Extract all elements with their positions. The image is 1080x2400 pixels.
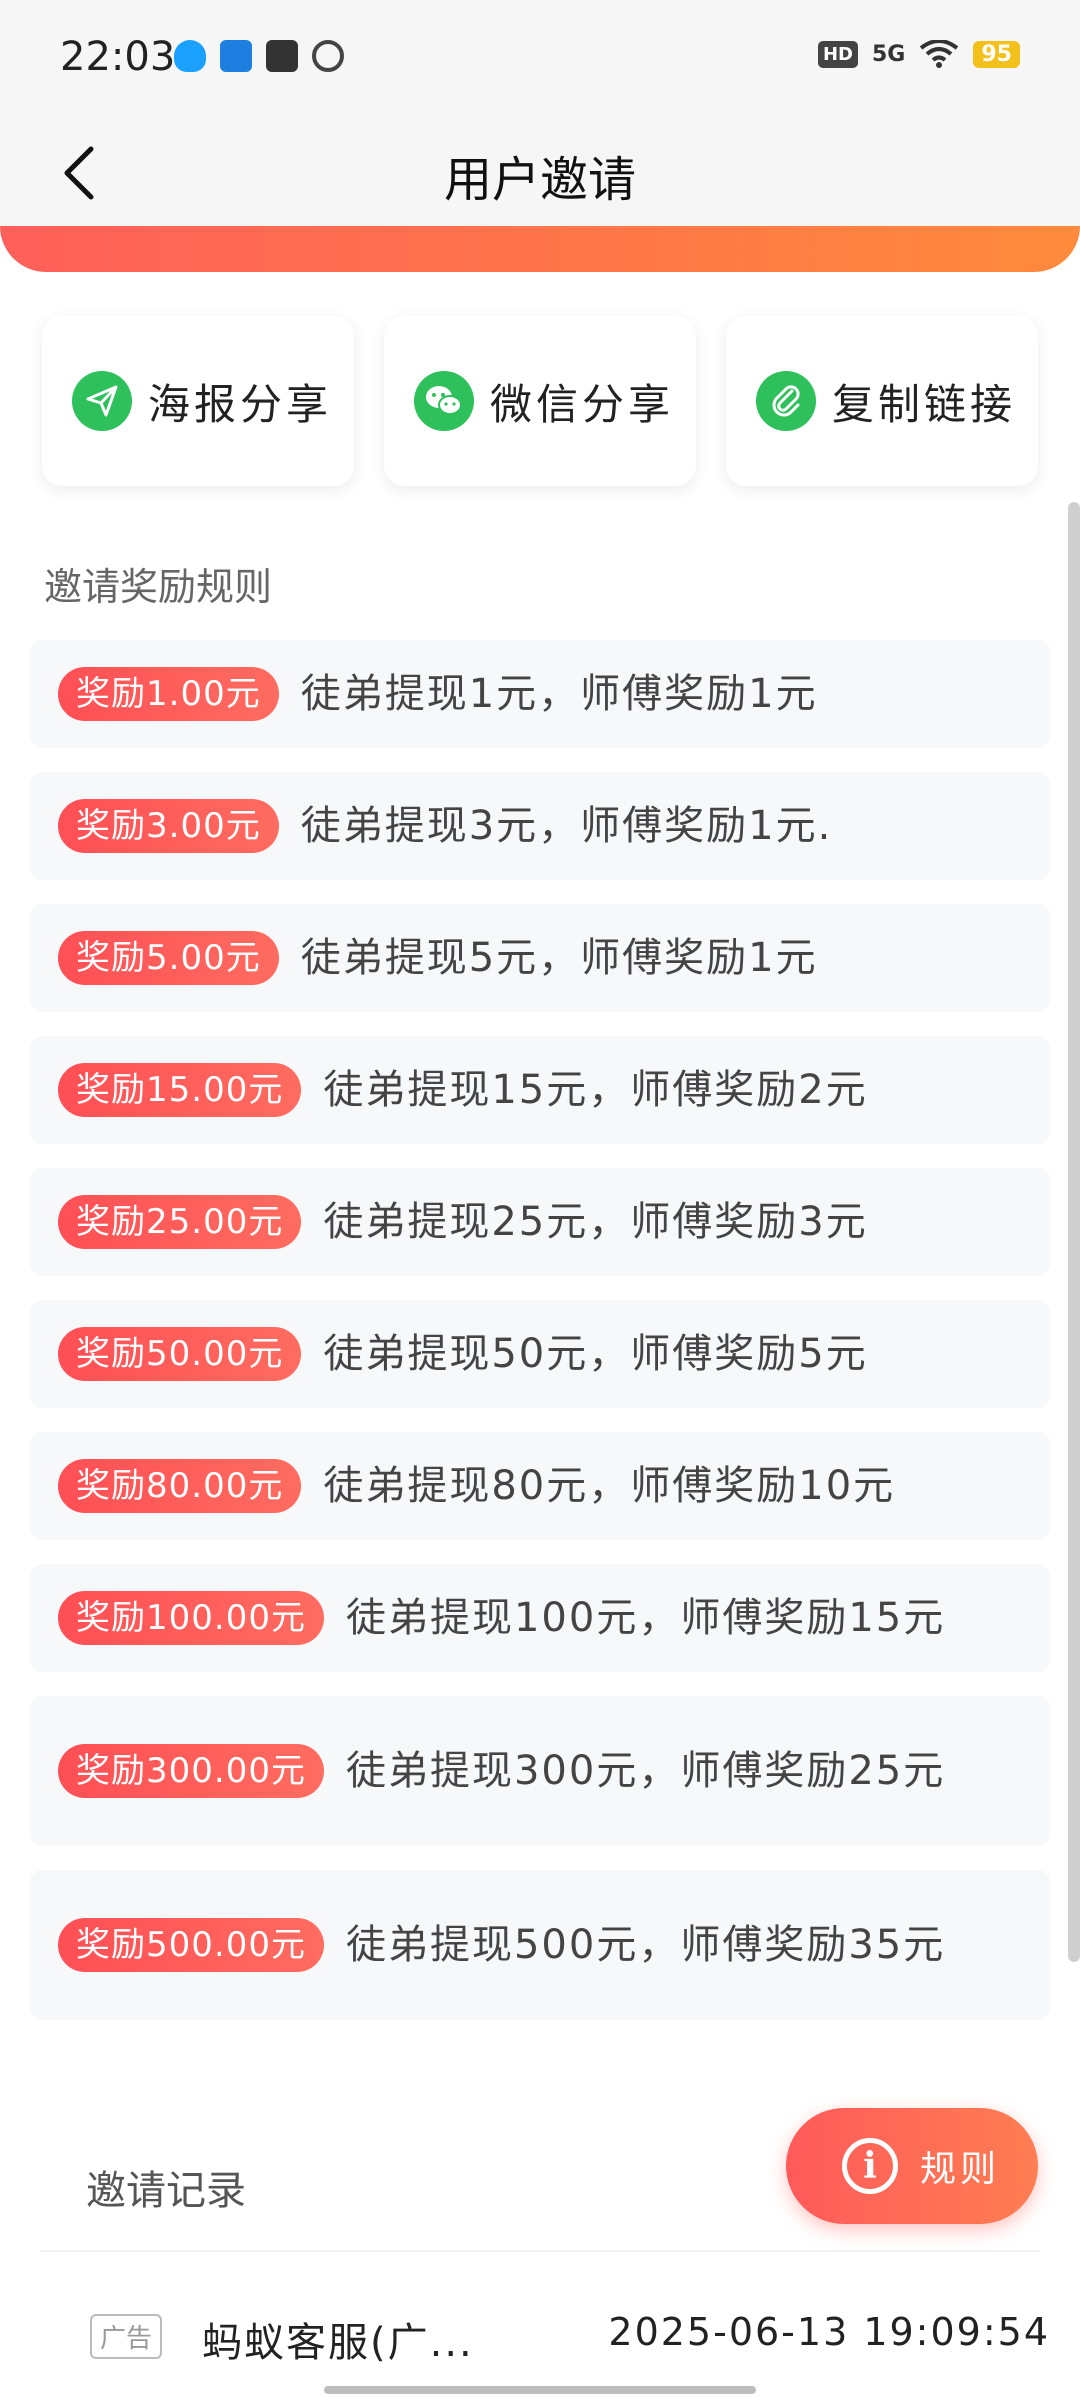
reward-badge: 奖励50.00元: [58, 1327, 302, 1381]
share-options: 海报分享 微信分享 复制链接: [42, 316, 1038, 486]
system-icons: HD 5G 95: [817, 39, 1020, 68]
rule-item: 奖励3.00元 徒弟提现3元，师傅奖励1元.: [30, 772, 1050, 880]
rule-item: 奖励100.00元 徒弟提现100元，师傅奖励15元: [30, 1564, 1050, 1672]
ad-badge: 广告: [90, 2314, 163, 2359]
rule-item: 奖励500.00元 徒弟提现500元，师傅奖励35元: [30, 1870, 1050, 2020]
wifi-icon: [919, 39, 959, 68]
rule-text: 徒弟提现15元，师傅奖励2元: [323, 1067, 868, 1113]
invite-banner: [0, 226, 1080, 272]
rule-item: 奖励80.00元 徒弟提现80元，师傅奖励10元: [30, 1432, 1050, 1540]
wechat-share-button[interactable]: 微信分享: [384, 316, 696, 486]
send-icon: [72, 371, 132, 431]
divider: [40, 2250, 1040, 2252]
reward-badge: 奖励15.00元: [58, 1063, 302, 1117]
rule-text: 徒弟提现100元，师傅奖励15元: [345, 1595, 946, 1641]
rule-item: 奖励5.00元 徒弟提现5元，师傅奖励1元: [30, 904, 1050, 1012]
scrollbar[interactable]: [1068, 502, 1080, 1962]
rule-item: 奖励25.00元 徒弟提现25元，师傅奖励3元: [30, 1168, 1050, 1276]
records-title: 邀请记录: [86, 2168, 246, 2214]
rules-fab-label: 规则: [920, 2149, 1001, 2190]
rule-text: 徒弟提现50元，师傅奖励5元: [323, 1331, 868, 1377]
signal-icon: 5G: [872, 41, 906, 67]
link-icon: [756, 371, 816, 431]
rule-item: 奖励15.00元 徒弟提现15元，师傅奖励2元: [30, 1036, 1050, 1144]
record-name: 蚂蚁客服(广...: [202, 2320, 474, 2366]
qq-icon: [174, 40, 206, 72]
share-label: 复制链接: [832, 379, 1017, 429]
rule-text: 徒弟提现80元，师傅奖励10元: [323, 1463, 896, 1509]
leaf-icon: [312, 40, 344, 72]
record-time: 2025-06-13 19:09:54: [608, 2310, 1050, 2354]
cloud-icon: [220, 40, 252, 72]
share-label: 海报分享: [148, 379, 333, 429]
rule-item: 奖励300.00元 徒弟提现300元，师傅奖励25元: [30, 1696, 1050, 1846]
page-title: 用户邀请: [443, 152, 636, 208]
home-indicator[interactable]: [324, 2386, 756, 2394]
status-bar: 22:03 HD 5G 95: [0, 0, 1080, 120]
poster-share-button[interactable]: 海报分享: [42, 316, 354, 486]
wechat-icon: [414, 371, 474, 431]
rule-item: 奖励50.00元 徒弟提现50元，师傅奖励5元: [30, 1300, 1050, 1408]
rule-text: 徒弟提现3元，师傅奖励1元.: [300, 803, 833, 849]
status-time: 22:03: [60, 34, 176, 80]
rules-fab-button[interactable]: i 规则: [786, 2108, 1038, 2224]
info-icon: i: [842, 2138, 898, 2194]
rules-title: 邀请奖励规则: [44, 565, 273, 609]
app-header: 用户邀请: [0, 120, 1080, 230]
record-row[interactable]: 广告 蚂蚁客服(广... 2025-06-13 19:09:54: [90, 2310, 1050, 2370]
reward-badge: 奖励3.00元: [58, 799, 279, 853]
notification-icons: [174, 40, 344, 72]
copy-link-button[interactable]: 复制链接: [726, 316, 1038, 486]
rule-text: 徒弟提现1元，师傅奖励1元: [300, 671, 818, 717]
reward-badge: 奖励100.00元: [58, 1591, 324, 1645]
reward-badge: 奖励1.00元: [58, 667, 279, 721]
reward-badge: 奖励500.00元: [58, 1918, 324, 1972]
hd-icon: HD: [817, 40, 858, 68]
rule-text: 徒弟提现5元，师傅奖励1元: [300, 935, 818, 981]
share-label: 微信分享: [490, 379, 675, 429]
rule-text: 徒弟提现25元，师傅奖励3元: [323, 1199, 868, 1245]
rule-item: 奖励1.00元 徒弟提现1元，师傅奖励1元: [30, 640, 1050, 748]
battery-indicator: 95: [973, 40, 1020, 68]
inbox-icon: [266, 40, 298, 72]
reward-badge: 奖励25.00元: [58, 1195, 302, 1249]
reward-badge: 奖励80.00元: [58, 1459, 302, 1513]
reward-badge: 奖励5.00元: [58, 931, 279, 985]
reward-badge: 奖励300.00元: [58, 1744, 324, 1798]
rule-text: 徒弟提现300元，师傅奖励25元: [345, 1748, 946, 1794]
rule-text: 徒弟提现500元，师傅奖励35元: [345, 1922, 946, 1968]
